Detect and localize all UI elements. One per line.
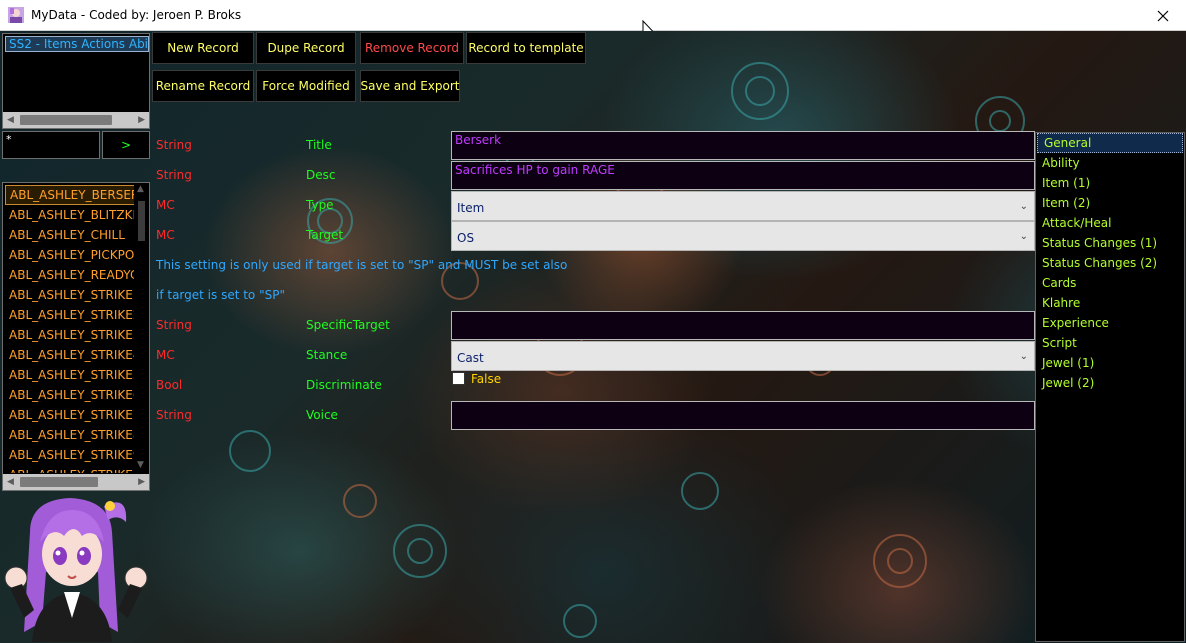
target-note-line-1: This setting is only used if target is s… bbox=[156, 258, 568, 272]
stance-field-label: Stance bbox=[306, 348, 348, 362]
type-select[interactable]: Item ⌄ bbox=[451, 191, 1035, 221]
voice-field-label: Voice bbox=[306, 408, 338, 422]
database-list-item[interactable]: SS2 - Items Actions Abilities bbox=[5, 36, 149, 52]
database-list[interactable]: SS2 - Items Actions Abilities ◀ ▶ bbox=[2, 33, 150, 129]
voice-input[interactable] bbox=[451, 401, 1035, 430]
window-title: MyData - Coded by: Jeroen P. Broks bbox=[31, 8, 242, 22]
type-select-value: Item bbox=[457, 201, 485, 215]
rename-record-button[interactable]: Rename Record bbox=[152, 70, 254, 102]
section-item[interactable]: Klahre bbox=[1036, 293, 1184, 313]
record-list-item[interactable]: ABL_ASHLEY_STRIKE2 bbox=[5, 305, 135, 325]
section-item[interactable]: General bbox=[1037, 133, 1183, 153]
scrollbar-thumb[interactable] bbox=[20, 477, 98, 487]
record-list-item[interactable]: ABL_ASHLEY_READYCHARGE bbox=[5, 265, 135, 285]
title-type-label: String bbox=[156, 138, 192, 152]
chevron-down-icon: ⌄ bbox=[1019, 201, 1028, 212]
scrollbar-thumb[interactable] bbox=[20, 115, 112, 125]
target-note-line-2: if target is set to "SP" bbox=[156, 288, 285, 302]
type-type-label: MC bbox=[156, 198, 175, 212]
scroll-left-icon[interactable]: ◀ bbox=[7, 112, 14, 128]
target-field-label: Target bbox=[306, 228, 344, 242]
record-list-item[interactable]: ABL_ASHLEY_STRIKE9 bbox=[5, 445, 135, 465]
desc-input[interactable]: Sacrifices HP to gain RAGE bbox=[451, 161, 1035, 190]
stance-select-value: Cast bbox=[457, 351, 484, 365]
scroll-right-icon[interactable]: ▶ bbox=[138, 474, 145, 490]
record-list-item[interactable]: ABL_ASHLEY_BLITZKRIEG bbox=[5, 205, 135, 225]
scroll-down-icon[interactable]: ▼ bbox=[137, 457, 144, 473]
target-select[interactable]: OS ⌄ bbox=[451, 221, 1035, 251]
record-list-item[interactable]: ABL_ASHLEY_BERSERK bbox=[5, 185, 135, 205]
record-list-item[interactable]: ABL_ASHLEY_STRIKE4 bbox=[5, 345, 135, 365]
section-item[interactable]: Script bbox=[1036, 333, 1184, 353]
stance-type-label: MC bbox=[156, 348, 175, 362]
scroll-left-icon[interactable]: ◀ bbox=[7, 474, 14, 490]
section-item[interactable]: Status Changes (2) bbox=[1036, 253, 1184, 273]
app-icon bbox=[8, 7, 24, 23]
dupe-record-button[interactable]: Dupe Record bbox=[256, 32, 356, 64]
record-list-item[interactable]: ABL_ASHLEY_STRIKE3 bbox=[5, 325, 135, 345]
record-list-hscrollbar[interactable]: ◀ ▶ bbox=[3, 474, 149, 490]
database-list-scrollbar[interactable]: ◀ ▶ bbox=[3, 112, 149, 128]
record-list[interactable]: ABL_ASHLEY_BERSERKABL_ASHLEY_BLITZKRIEGA… bbox=[2, 182, 150, 491]
section-item[interactable]: Ability bbox=[1036, 153, 1184, 173]
chevron-down-icon: ⌄ bbox=[1019, 231, 1028, 242]
record-list-item[interactable]: ABL_ASHLEY_CHILL bbox=[5, 225, 135, 245]
section-item[interactable]: Jewel (2) bbox=[1036, 373, 1184, 393]
chevron-down-icon: ⌄ bbox=[1019, 351, 1028, 362]
new-record-button[interactable]: New Record bbox=[152, 32, 254, 64]
record-list-items: ABL_ASHLEY_BERSERKABL_ASHLEY_BLITZKRIEGA… bbox=[5, 185, 135, 473]
target-type-label: MC bbox=[156, 228, 175, 242]
scroll-up-icon[interactable]: ▲ bbox=[137, 183, 144, 197]
stance-select[interactable]: Cast ⌄ bbox=[451, 341, 1035, 371]
scrollbar-thumb[interactable] bbox=[138, 201, 145, 241]
section-item[interactable]: Cards bbox=[1036, 273, 1184, 293]
record-list-item[interactable]: ABL_ASHLEY_PICKPOCKET bbox=[5, 245, 135, 265]
desc-type-label: String bbox=[156, 168, 192, 182]
avatar bbox=[4, 498, 148, 642]
specific-target-type-label: String bbox=[156, 318, 192, 332]
target-select-value: OS bbox=[457, 231, 475, 245]
section-item[interactable]: Item (2) bbox=[1036, 193, 1184, 213]
discriminate-checkbox-label[interactable]: False bbox=[471, 372, 501, 386]
section-list[interactable]: General Ability Item (1) Item (2) Attack/Hea… bbox=[1035, 132, 1185, 642]
discriminate-checkbox[interactable] bbox=[452, 372, 465, 385]
section-item[interactable]: Item (1) bbox=[1036, 173, 1184, 193]
type-field-label: Type bbox=[306, 198, 334, 212]
filter-input[interactable]: * bbox=[2, 131, 100, 159]
specific-target-field-label: SpecificTarget bbox=[306, 318, 390, 332]
title-field-label: Title bbox=[306, 138, 332, 152]
record-list-item[interactable]: ABL_ASHLEY_STRIKE6 bbox=[5, 385, 135, 405]
section-item[interactable]: Experience bbox=[1036, 313, 1184, 333]
record-to-template-button[interactable]: Record to template bbox=[466, 32, 586, 64]
force-modified-button[interactable]: Force Modified bbox=[256, 70, 356, 102]
title-bar: MyData - Coded by: Jeroen P. Broks bbox=[0, 0, 1186, 31]
section-item[interactable]: Status Changes (1) bbox=[1036, 233, 1184, 253]
record-list-item[interactable]: ABL_ASHLEY_STRIKE5 bbox=[5, 365, 135, 385]
section-item[interactable]: Jewel (1) bbox=[1036, 353, 1184, 373]
record-list-item[interactable]: ABL_ASHLEY_STRIKE8 bbox=[5, 425, 135, 445]
discriminate-field-label: Discriminate bbox=[306, 378, 382, 392]
close-icon bbox=[1157, 10, 1169, 21]
remove-record-button[interactable]: Remove Record bbox=[360, 32, 464, 64]
specific-target-input[interactable] bbox=[451, 311, 1035, 340]
desc-field-label: Desc bbox=[306, 168, 336, 182]
discriminate-type-label: Bool bbox=[156, 378, 183, 392]
voice-type-label: String bbox=[156, 408, 192, 422]
save-and-export-button[interactable]: Save and Export bbox=[360, 70, 460, 102]
filter-go-button[interactable]: > bbox=[102, 131, 150, 159]
record-list-item[interactable]: ABL_ASHLEY_STRIKE7 bbox=[5, 405, 135, 425]
record-list-vscrollbar[interactable]: ▲ ▼ bbox=[134, 183, 149, 474]
record-list-item[interactable]: ABL_ASHLEY_STRIKEA bbox=[5, 465, 135, 473]
section-item[interactable]: Attack/Heal bbox=[1036, 213, 1184, 233]
title-input[interactable]: Berserk bbox=[451, 131, 1035, 160]
close-button[interactable] bbox=[1140, 0, 1186, 31]
record-list-item[interactable]: ABL_ASHLEY_STRIKE1 bbox=[5, 285, 135, 305]
scroll-right-icon[interactable]: ▶ bbox=[138, 112, 145, 128]
